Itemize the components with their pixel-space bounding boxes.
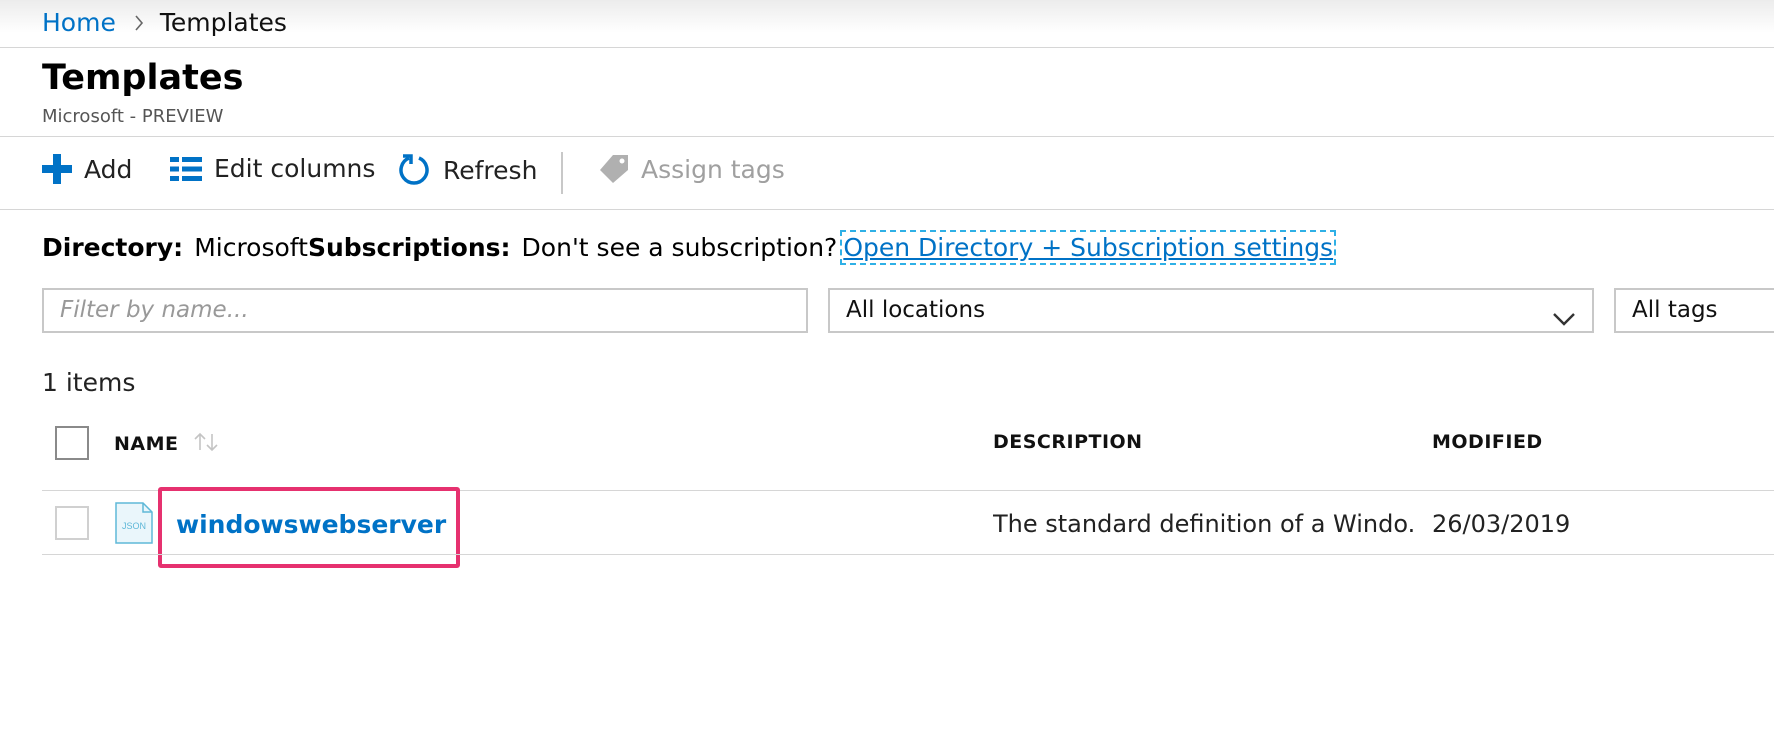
tag-icon	[599, 154, 629, 184]
highlight-annotation-box	[158, 487, 460, 568]
column-header-description[interactable]: DESCRIPTION	[993, 431, 1143, 453]
assign-tags-button[interactable]: Assign tags	[599, 154, 785, 184]
plus-icon	[42, 154, 72, 184]
refresh-button[interactable]: Refresh	[399, 154, 537, 186]
directory-value: Microsoft	[194, 233, 308, 262]
json-icon-label: JSON	[122, 521, 146, 531]
edit-columns-button-label: Edit columns	[214, 154, 376, 183]
row-divider	[42, 554, 1774, 555]
locations-dropdown-value: All locations	[846, 297, 986, 323]
column-header-modified[interactable]: MODIFIED	[1432, 431, 1543, 453]
breadcrumb: Home Templates	[42, 8, 287, 37]
tags-dropdown[interactable]: All tags	[1614, 288, 1774, 333]
breadcrumb-home-link[interactable]: Home	[42, 8, 116, 37]
tags-dropdown-value: All tags	[1632, 297, 1718, 323]
directory-subscription-row: Directory: Microsoft Subscriptions: Don'…	[42, 230, 1337, 265]
toolbar-divider	[561, 152, 563, 194]
filter-by-name-input[interactable]: Filter by name...	[42, 288, 808, 333]
refresh-button-label: Refresh	[443, 155, 538, 185]
columns-icon	[170, 156, 202, 181]
subscriptions-label: Subscriptions:	[307, 233, 511, 262]
column-header-name[interactable]: NAME	[114, 433, 179, 455]
add-button[interactable]: Add	[42, 154, 132, 184]
chevron-right-icon	[134, 8, 144, 37]
json-file-icon: JSON	[115, 502, 153, 544]
items-count: 1 items	[42, 368, 136, 397]
edit-columns-button[interactable]: Edit columns	[170, 154, 375, 183]
chevron-down-icon	[1552, 300, 1576, 341]
locations-dropdown[interactable]: All locations	[828, 288, 1594, 333]
directory-subscription-settings-link[interactable]: Open Directory + Subscription settings	[840, 230, 1337, 265]
select-all-checkbox[interactable]	[55, 426, 89, 460]
breadcrumb-current: Templates	[159, 8, 287, 37]
page-title: Templates	[42, 58, 244, 98]
assign-tags-button-label: Assign tags	[641, 154, 785, 184]
directory-label: Directory:	[42, 233, 184, 262]
row-checkbox[interactable]	[55, 506, 89, 540]
sort-icon[interactable]	[193, 432, 219, 456]
breadcrumb-bar: Home Templates	[0, 0, 1774, 48]
template-modified-date: 26/03/2019	[1432, 510, 1571, 538]
template-description: The standard definition of a Windo...	[993, 510, 1413, 538]
add-button-label: Add	[84, 154, 133, 184]
subscription-prompt: Don't see a subscription?	[521, 233, 838, 262]
toolbar: Add Edit columns Refresh Assign tags	[0, 136, 1774, 210]
refresh-icon	[399, 154, 431, 186]
page-subtitle: Microsoft - PREVIEW	[42, 106, 224, 127]
